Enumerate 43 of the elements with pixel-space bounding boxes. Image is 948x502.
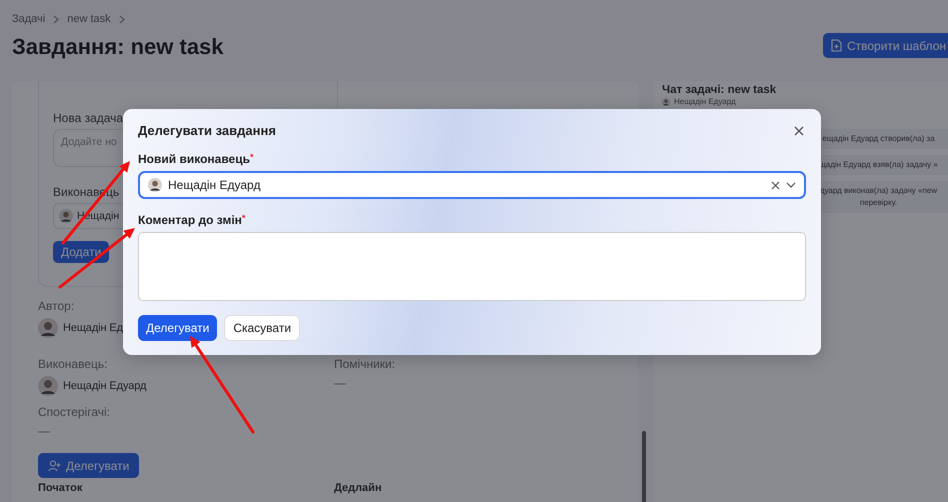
chevron-right-icon: [118, 14, 125, 24]
chat-author: Нещадін Едуард: [674, 97, 736, 106]
field-label: Нова задача: [53, 111, 124, 125]
create-template-button[interactable]: Створити шаблон: [822, 33, 948, 58]
avatar-icon: [662, 98, 670, 106]
chevron-down-icon[interactable]: [786, 182, 796, 189]
field-label: Коментар до змін: [138, 213, 242, 228]
field-label: Початок: [38, 482, 84, 494]
delegate-button[interactable]: Делегувати: [138, 315, 218, 341]
field-label: Виконавець:: [38, 357, 108, 371]
field-label: Дедлайн: [334, 482, 383, 494]
user-plus-icon: [48, 460, 61, 472]
cancel-button[interactable]: Скасувати: [224, 315, 300, 341]
clear-icon[interactable]: [771, 180, 780, 190]
field-value: —: [38, 424, 50, 438]
breadcrumb-link[interactable]: Задачі: [12, 13, 46, 25]
person-name: Нещадін Ед: [63, 322, 123, 334]
avatar-icon: [38, 376, 58, 396]
chat-title: Чат задачі: new task: [662, 84, 778, 96]
assignee-name: Нещадін Едуард: [168, 178, 262, 192]
field-value: —: [334, 376, 346, 390]
required-mark: *: [250, 152, 254, 164]
field-label: Помічники:: [334, 357, 396, 371]
scrollbar[interactable]: [642, 431, 646, 502]
field-label: Новий виконавець: [138, 152, 250, 166]
file-plus-icon: [830, 39, 842, 52]
avatar-icon: [59, 209, 73, 223]
comment-input[interactable]: [138, 232, 806, 301]
close-icon: [792, 124, 806, 138]
add-button[interactable]: Додати: [53, 241, 110, 263]
chevron-right-icon: [53, 14, 60, 24]
close-button[interactable]: [792, 124, 806, 138]
person-name: Нещадін Едуард: [63, 380, 146, 392]
delegate-button[interactable]: Делегувати: [38, 453, 140, 478]
field-label: Спостерігачі:: [38, 405, 110, 419]
avatar-icon: [38, 318, 58, 338]
required-mark: *: [242, 213, 246, 226]
breadcrumb-link[interactable]: new task: [67, 13, 111, 25]
dialog-title: Делегувати завдання: [138, 123, 276, 138]
page-title: Завдання: new task: [12, 34, 224, 60]
field-label: Автор:: [38, 299, 74, 313]
avatar-icon: [148, 178, 162, 192]
assignee-select[interactable]: Нещадін Едуард: [138, 171, 806, 200]
